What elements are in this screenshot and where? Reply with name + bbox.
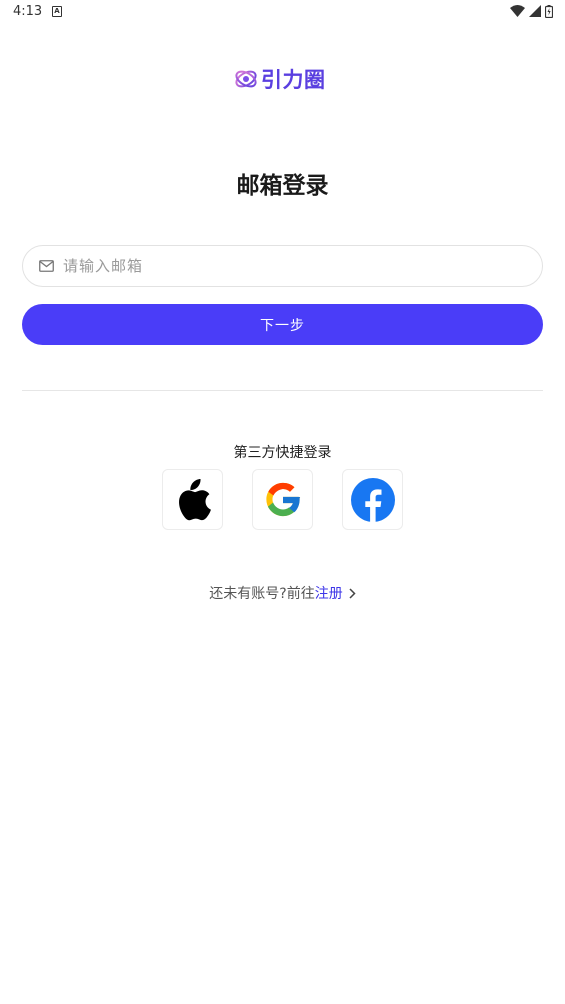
google-icon bbox=[265, 482, 300, 516]
logo-text: 引力圈 bbox=[261, 68, 326, 92]
register-prompt: 还未有账号?前往 注册 bbox=[0, 583, 565, 603]
facebook-icon bbox=[350, 477, 395, 522]
next-button[interactable]: 下一步 bbox=[22, 304, 543, 345]
app-logo: 引力圈 bbox=[234, 66, 326, 92]
mail-icon bbox=[39, 260, 54, 272]
google-login-button[interactable] bbox=[252, 469, 313, 530]
register-link[interactable]: 注册 bbox=[315, 583, 343, 603]
status-bar: 4:13 A bbox=[0, 0, 565, 24]
facebook-login-button[interactable] bbox=[342, 469, 403, 530]
apple-icon bbox=[178, 478, 211, 520]
email-input[interactable] bbox=[63, 257, 483, 275]
status-time: 4:13 bbox=[13, 4, 43, 19]
wifi-icon bbox=[510, 5, 525, 17]
divider bbox=[22, 390, 543, 391]
apple-login-button[interactable] bbox=[162, 469, 223, 530]
battery-icon bbox=[545, 4, 553, 18]
orbit-logo-icon bbox=[235, 70, 257, 88]
chevron-right-icon[interactable] bbox=[349, 587, 356, 599]
status-icons bbox=[510, 4, 553, 18]
third-party-title: 第三方快捷登录 bbox=[233, 445, 332, 461]
register-prompt-text: 还未有账号?前往 bbox=[209, 586, 315, 602]
email-field[interactable] bbox=[22, 245, 543, 287]
notification-icon: A bbox=[52, 6, 62, 17]
page-title: 邮箱登录 bbox=[236, 173, 329, 199]
signal-icon bbox=[529, 5, 541, 17]
